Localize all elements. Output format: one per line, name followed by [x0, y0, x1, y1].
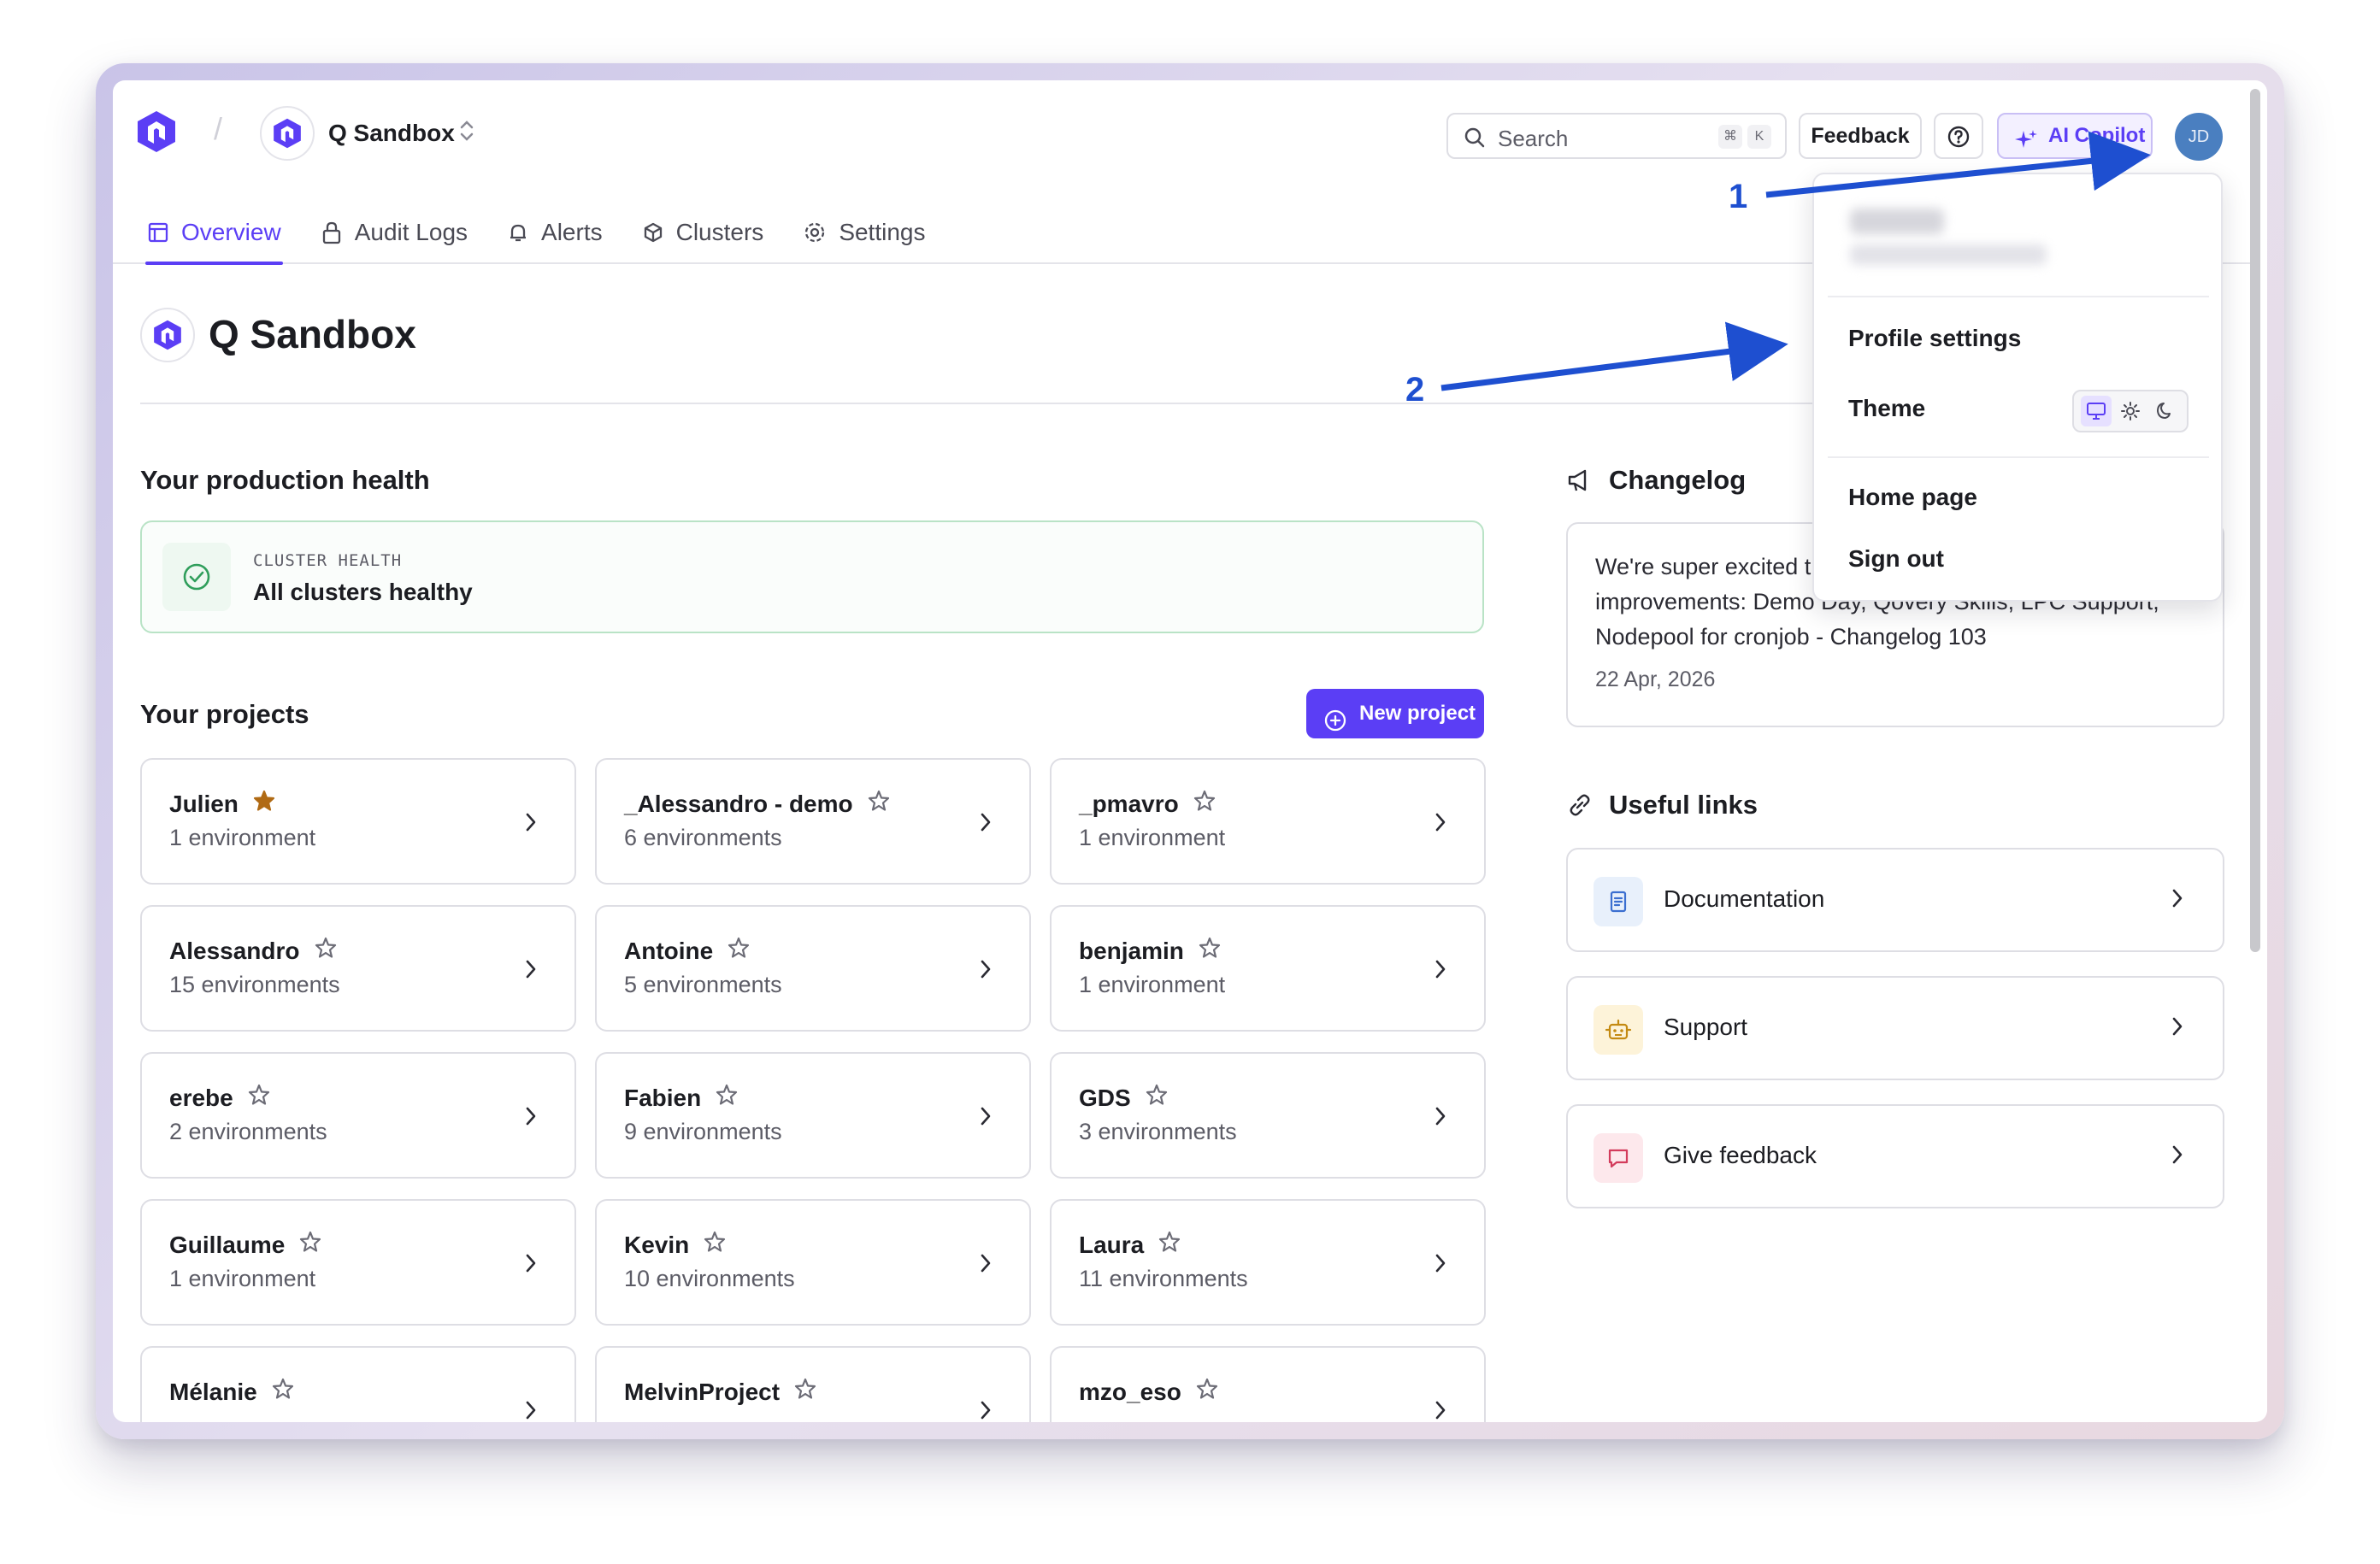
annotation-arrows — [1440, 131, 2151, 391]
annotation-step-1: 1 — [1729, 178, 1748, 215]
arrow-2 — [1440, 321, 1788, 391]
annotation-step-2: 2 — [1405, 371, 1425, 409]
arrow-1 — [1765, 131, 2151, 198]
